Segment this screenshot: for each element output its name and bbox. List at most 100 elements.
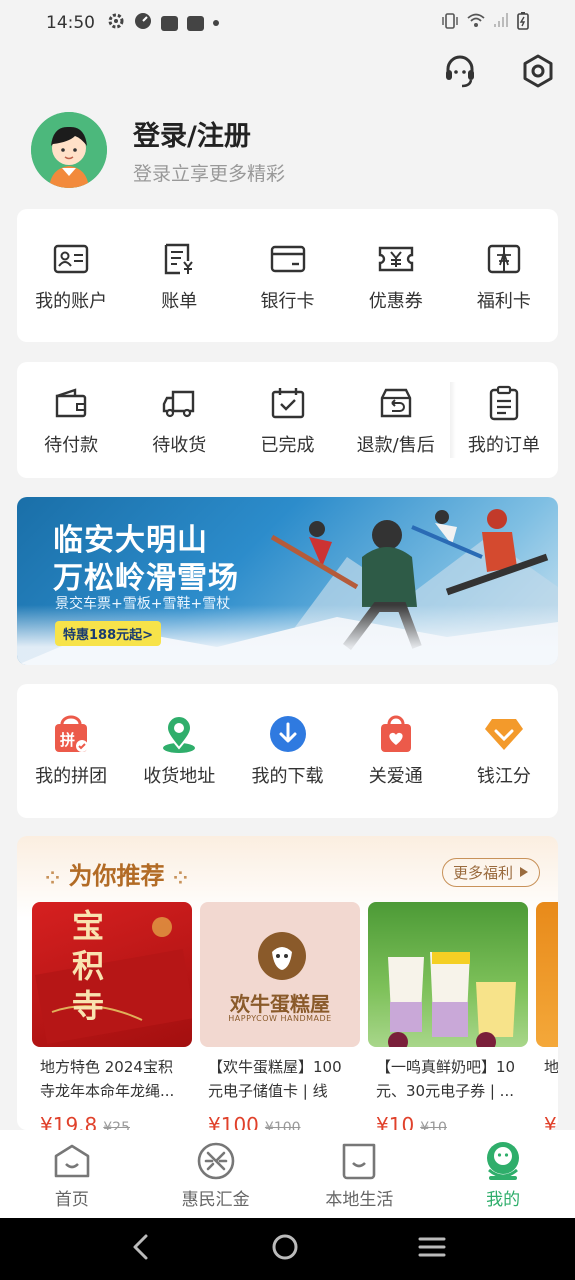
home-circle-icon[interactable]	[271, 1233, 299, 1265]
order-menu-my-orders[interactable]: 我的订单	[450, 362, 558, 478]
product-card[interactable]: 欢牛蛋糕屋 HAPPYCOW HANDMADE 【欢牛蛋糕屋】100元电子储值卡…	[200, 902, 360, 1130]
service-menu-care[interactable]: 关爱通	[342, 684, 450, 818]
recents-menu-icon[interactable]	[418, 1236, 446, 1262]
refund-icon	[378, 383, 414, 423]
product-original-price: ¥10	[420, 1120, 447, 1130]
account-menu-label: 账单	[161, 290, 198, 312]
product-image: 欢牛蛋糕屋 HAPPYCOW HANDMADE	[200, 902, 360, 1047]
product-original-price: ¥25	[103, 1120, 130, 1130]
account-menu-my-account[interactable]: 我的账户	[17, 209, 125, 342]
location-pin-icon	[159, 714, 199, 754]
more-benefits-button[interactable]: 更多福利	[441, 858, 540, 887]
product-name: 地方特色 2024宝积寺龙年本命年龙绳...	[40, 1058, 175, 1100]
product-image-text: 宝积寺	[72, 907, 105, 1025]
notification-icon	[187, 15, 204, 31]
account-menu-label: 福利卡	[476, 290, 531, 312]
tab-label: 我的	[486, 1189, 521, 1210]
account-menu-label: 我的账户	[35, 290, 108, 312]
order-menu-label: 我的订单	[467, 435, 540, 456]
order-menu-completed[interactable]: 已完成	[233, 362, 341, 478]
account-menu-card: 我的账户 账单 银行卡 优惠券 福利卡	[17, 209, 558, 342]
order-menu-pending-payment[interactable]: 待付款	[17, 362, 125, 478]
speed-icon	[134, 12, 152, 35]
vibrate-icon	[441, 12, 459, 34]
product-price: ¥	[544, 1113, 557, 1130]
order-menu-label: 退款/售后	[356, 435, 435, 456]
title-deco-left: ⁘	[45, 868, 61, 889]
product-image	[368, 902, 528, 1047]
order-menu-pending-receipt[interactable]: 待收货	[125, 362, 233, 478]
product-card[interactable]: 宝积寺 地方特色 2024宝积寺龙年本命年龙绳... ¥19.8 ¥25	[32, 902, 192, 1130]
account-menu-coupon[interactable]: 优惠券	[342, 209, 450, 342]
avatar[interactable]	[31, 112, 107, 188]
tab-local-life[interactable]: 本地生活	[288, 1130, 432, 1218]
service-menu-group-buy[interactable]: 拼 我的拼团	[17, 684, 125, 818]
product-image-text: 欢牛蛋糕屋	[230, 992, 330, 1016]
product-name: 地阳	[544, 1058, 558, 1076]
bank-card-icon	[270, 239, 306, 279]
account-menu-bank-card[interactable]: 银行卡	[233, 209, 341, 342]
product-price: ¥100	[208, 1113, 259, 1130]
service-menu-label: 关爱通	[368, 766, 423, 787]
login-title[interactable]: 登录/注册	[133, 114, 285, 153]
system-nav-bar	[0, 1218, 575, 1280]
order-menu-refund[interactable]: 退款/售后	[342, 362, 450, 478]
hexagon-settings-icon[interactable]	[519, 52, 557, 90]
service-menu-label: 我的下载	[251, 766, 324, 787]
product-card[interactable]: 地阳 ¥	[536, 902, 558, 1130]
diamond-icon	[484, 714, 524, 754]
headset-icon[interactable]	[441, 52, 479, 90]
tab-home[interactable]: 首页	[0, 1130, 144, 1218]
service-menu-qianjiang-points[interactable]: 钱江分	[450, 684, 558, 818]
order-menu-card: 待付款 待收货 已完成 退款/售后 我的订单	[17, 362, 558, 478]
welfare-card-icon	[487, 239, 521, 279]
account-menu-bill[interactable]: 账单	[125, 209, 233, 342]
order-menu-label: 待付款	[44, 435, 99, 456]
group-buy-icon: 拼	[52, 714, 90, 754]
more-dot-icon	[213, 20, 219, 26]
tab-huimin[interactable]: 惠民汇金	[144, 1130, 288, 1218]
id-card-icon	[53, 239, 89, 279]
more-benefits-label: 更多福利	[452, 864, 513, 882]
banner-title-line2: 万松岭滑雪场	[53, 561, 239, 596]
order-menu-label: 已完成	[260, 435, 315, 456]
signal-icon	[493, 13, 509, 33]
bill-icon	[162, 239, 196, 279]
tab-mine[interactable]: 我的	[431, 1130, 575, 1218]
account-menu-welfare-card[interactable]: 福利卡	[450, 209, 558, 342]
back-icon[interactable]	[129, 1233, 153, 1265]
product-card[interactable]: 【一鸣真鲜奶吧】10元、30元电子券 | ... ¥10 ¥10	[368, 902, 528, 1130]
svg-text:拼: 拼	[60, 731, 75, 749]
service-menu-download[interactable]: 我的下载	[233, 684, 341, 818]
care-bag-icon	[378, 714, 414, 754]
product-image-subtext: HAPPYCOW HANDMADE	[228, 1014, 332, 1023]
product-original-price: ¥100	[264, 1120, 301, 1130]
banner-price-tag[interactable]: 特惠188元起>	[55, 621, 162, 646]
promo-banner[interactable]: 临安大明山 万松岭滑雪场 景交车票+雪板+雪鞋+雪杖 特惠188元起>	[17, 497, 558, 665]
skier-figure	[270, 521, 359, 590]
account-menu-label: 银行卡	[260, 290, 315, 312]
home-icon	[52, 1139, 92, 1183]
completed-icon	[270, 383, 306, 423]
service-menu-card: 拼 我的拼团 收货地址 我的下载 关爱通 钱江分	[17, 684, 558, 818]
tab-label: 首页	[54, 1189, 89, 1210]
product-name: 【一鸣真鲜奶吧】10元、30元电子券 | ...	[376, 1058, 516, 1100]
swirl-icon	[196, 1139, 236, 1183]
order-menu-label: 待收货	[152, 435, 207, 456]
recommend-section: ⁘ 为你推荐 ⁘ 更多福利 宝积寺 地方特色 2024宝积寺龙年本命年龙绳...…	[17, 836, 558, 1130]
top-actions	[441, 52, 557, 90]
service-menu-address[interactable]: 收货地址	[125, 684, 233, 818]
status-time: 14:50	[46, 13, 95, 33]
product-price: ¥10	[376, 1113, 415, 1130]
status-bar: 14:50	[0, 0, 575, 46]
recommend-title: ⁘ 为你推荐 ⁘	[45, 856, 188, 891]
order-divider	[450, 382, 456, 458]
banner-subtitle: 景交车票+雪板+雪鞋+雪杖	[55, 596, 231, 612]
wifi-icon	[467, 13, 485, 33]
product-list: 宝积寺 地方特色 2024宝积寺龙年本命年龙绳... ¥19.8 ¥25 欢牛蛋…	[32, 902, 558, 1130]
tab-label: 惠民汇金	[181, 1189, 250, 1210]
product-name: 【欢牛蛋糕屋】100元电子储值卡 | 线上...	[208, 1058, 342, 1100]
profile-header[interactable]: 登录/注册 登录立享更多精彩	[31, 112, 285, 188]
wallet-icon	[53, 383, 89, 423]
clipboard-icon	[487, 383, 521, 423]
